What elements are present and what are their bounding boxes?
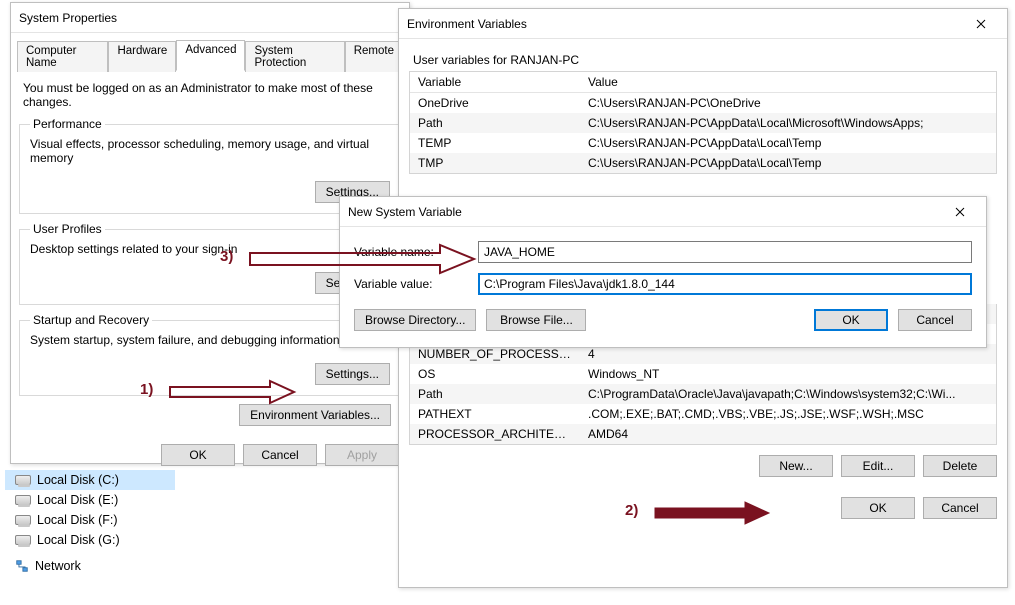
dialog-title: New System Variable [348, 197, 462, 227]
startup-legend: Startup and Recovery [30, 313, 152, 327]
table-row[interactable]: PATHEXT.COM;.EXE;.BAT;.CMD;.VBS;.VBE;.JS… [410, 404, 996, 424]
ok-button[interactable]: OK [814, 309, 888, 331]
window-title: System Properties [19, 3, 117, 33]
environment-variables-button[interactable]: Environment Variables... [239, 404, 391, 426]
tab-system-protection[interactable]: System Protection [245, 41, 344, 72]
browse-file-button[interactable]: Browse File... [486, 309, 586, 331]
disk-icon [15, 475, 31, 485]
variable-name-label: Variable name: [354, 245, 464, 259]
ok-button[interactable]: OK [841, 497, 915, 519]
disk-icon [15, 495, 31, 505]
close-icon [976, 19, 986, 29]
performance-desc: Visual effects, processor scheduling, me… [30, 137, 390, 165]
cancel-button[interactable]: Cancel [923, 497, 997, 519]
tab-computer-name[interactable]: Computer Name [17, 41, 108, 72]
close-button[interactable] [963, 9, 999, 39]
column-variable[interactable]: Variable [410, 72, 580, 92]
sidebar-item-disk-c[interactable]: Local Disk (C:) [5, 470, 175, 490]
apply-button[interactable]: Apply [325, 444, 399, 466]
table-row[interactable]: OneDriveC:\Users\RANJAN-PC\OneDrive [410, 93, 996, 113]
sidebar-item-label: Network [35, 559, 81, 573]
variable-value-input[interactable] [478, 273, 972, 295]
sidebar-item-disk-f[interactable]: Local Disk (F:) [5, 510, 175, 530]
user-vars-grid[interactable]: Variable Value OneDriveC:\Users\RANJAN-P… [409, 71, 997, 174]
window-title: Environment Variables [407, 9, 527, 39]
sidebar-item-label: Local Disk (G:) [37, 533, 120, 547]
network-icon [15, 559, 29, 573]
disk-icon [15, 535, 31, 545]
startup-settings-button[interactable]: Settings... [315, 363, 390, 385]
close-button[interactable] [942, 197, 978, 227]
titlebar[interactable]: New System Variable [340, 197, 986, 227]
titlebar[interactable]: System Properties [11, 3, 409, 33]
sidebar-item-label: Local Disk (E:) [37, 493, 118, 507]
sidebar-item-disk-g[interactable]: Local Disk (G:) [5, 530, 175, 550]
table-row[interactable]: PROCESSOR_ARCHITECTUREAMD64 [410, 424, 996, 444]
table-row[interactable]: PathC:\Users\RANJAN-PC\AppData\Local\Mic… [410, 113, 996, 133]
ok-button[interactable]: OK [161, 444, 235, 466]
table-row[interactable]: TMPC:\Users\RANJAN-PC\AppData\Local\Temp [410, 153, 996, 173]
sidebar-item-label: Local Disk (F:) [37, 513, 118, 527]
delete-button[interactable]: Delete [923, 455, 997, 477]
sidebar-item-disk-e[interactable]: Local Disk (E:) [5, 490, 175, 510]
column-value[interactable]: Value [580, 72, 996, 92]
tab-hardware[interactable]: Hardware [108, 41, 176, 72]
user-profiles-legend: User Profiles [30, 222, 105, 236]
disk-icon [15, 515, 31, 525]
sidebar-item-label: Local Disk (C:) [37, 473, 119, 487]
cancel-button[interactable]: Cancel [243, 444, 317, 466]
tab-advanced[interactable]: Advanced [176, 40, 245, 71]
close-icon [955, 207, 965, 217]
new-system-variable-dialog: New System Variable Variable name: Varia… [339, 196, 987, 348]
performance-legend: Performance [30, 117, 105, 131]
variable-value-label: Variable value: [354, 277, 464, 291]
tab-remote[interactable]: Remote [345, 41, 403, 72]
table-row[interactable]: OSWindows_NT [410, 364, 996, 384]
titlebar[interactable]: Environment Variables [399, 9, 1007, 39]
user-vars-label: User variables for RANJAN-PC [399, 39, 1007, 71]
new-button[interactable]: New... [759, 455, 833, 477]
user-profiles-desc: Desktop settings related to your sign-in [30, 242, 390, 256]
table-row[interactable]: TEMPC:\Users\RANJAN-PC\AppData\Local\Tem… [410, 133, 996, 153]
cancel-button[interactable]: Cancel [898, 309, 972, 331]
table-row[interactable]: PathC:\ProgramData\Oracle\Java\javapath;… [410, 384, 996, 404]
sidebar-item-network[interactable]: Network [5, 556, 175, 576]
browse-directory-button[interactable]: Browse Directory... [354, 309, 476, 331]
startup-desc: System startup, system failure, and debu… [30, 333, 390, 347]
edit-button[interactable]: Edit... [841, 455, 915, 477]
admin-note: You must be logged on as an Administrato… [11, 71, 409, 109]
tab-bar: Computer Name Hardware Advanced System P… [17, 39, 403, 71]
variable-name-input[interactable] [478, 241, 972, 263]
